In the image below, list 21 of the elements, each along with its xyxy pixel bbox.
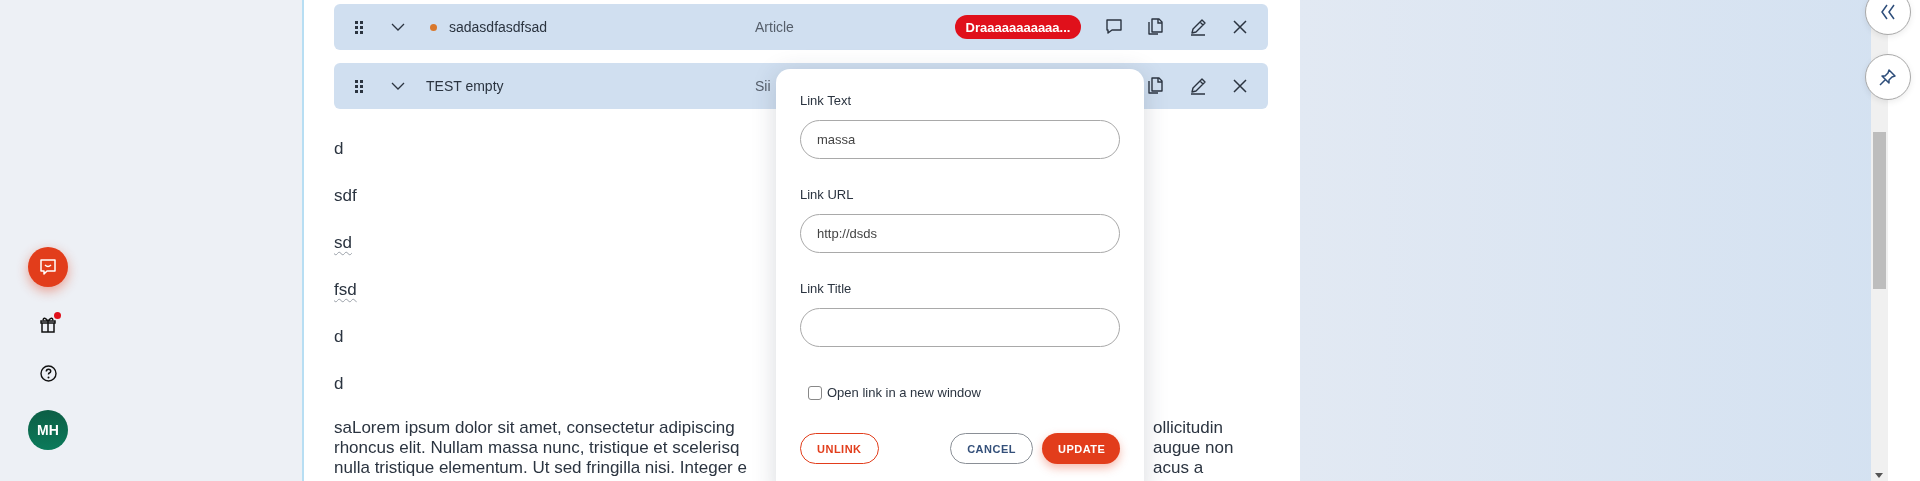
paragraph-line: rhoncus elit. Nullam massa nunc, tristique et scelerisq [334, 438, 741, 458]
text-line: sdf [334, 185, 357, 207]
row-title: sadasdfasdfsad [449, 19, 548, 35]
text-line: d [334, 373, 344, 395]
field-label: Link URL [800, 186, 854, 204]
text-line: d [334, 326, 344, 348]
field-label: Link Title [800, 280, 852, 298]
paragraph-line: augue non [1153, 438, 1235, 458]
paragraph-line: acus a [1153, 458, 1205, 478]
row-type: Sii [755, 78, 772, 94]
text-line: fsd [334, 279, 357, 301]
row-title: TEST empty [426, 78, 504, 94]
row-type: Article [755, 19, 795, 35]
text-line: sd [334, 232, 352, 254]
paragraph-line: nulla tristique elementum. Ut sed fringilla nisi. Integer e [334, 458, 747, 478]
paragraph-line: ollicitudin [1153, 418, 1224, 438]
text-line: d [334, 138, 344, 160]
status-badge: Draaaaaaaaaaa... [955, 15, 1081, 39]
checkbox-label: Open link in a new window [827, 385, 981, 400]
field-label: Link Text [800, 92, 852, 110]
paragraph-line: saLorem ipsum dolor sit amet, consectetur adipiscing [334, 418, 736, 438]
